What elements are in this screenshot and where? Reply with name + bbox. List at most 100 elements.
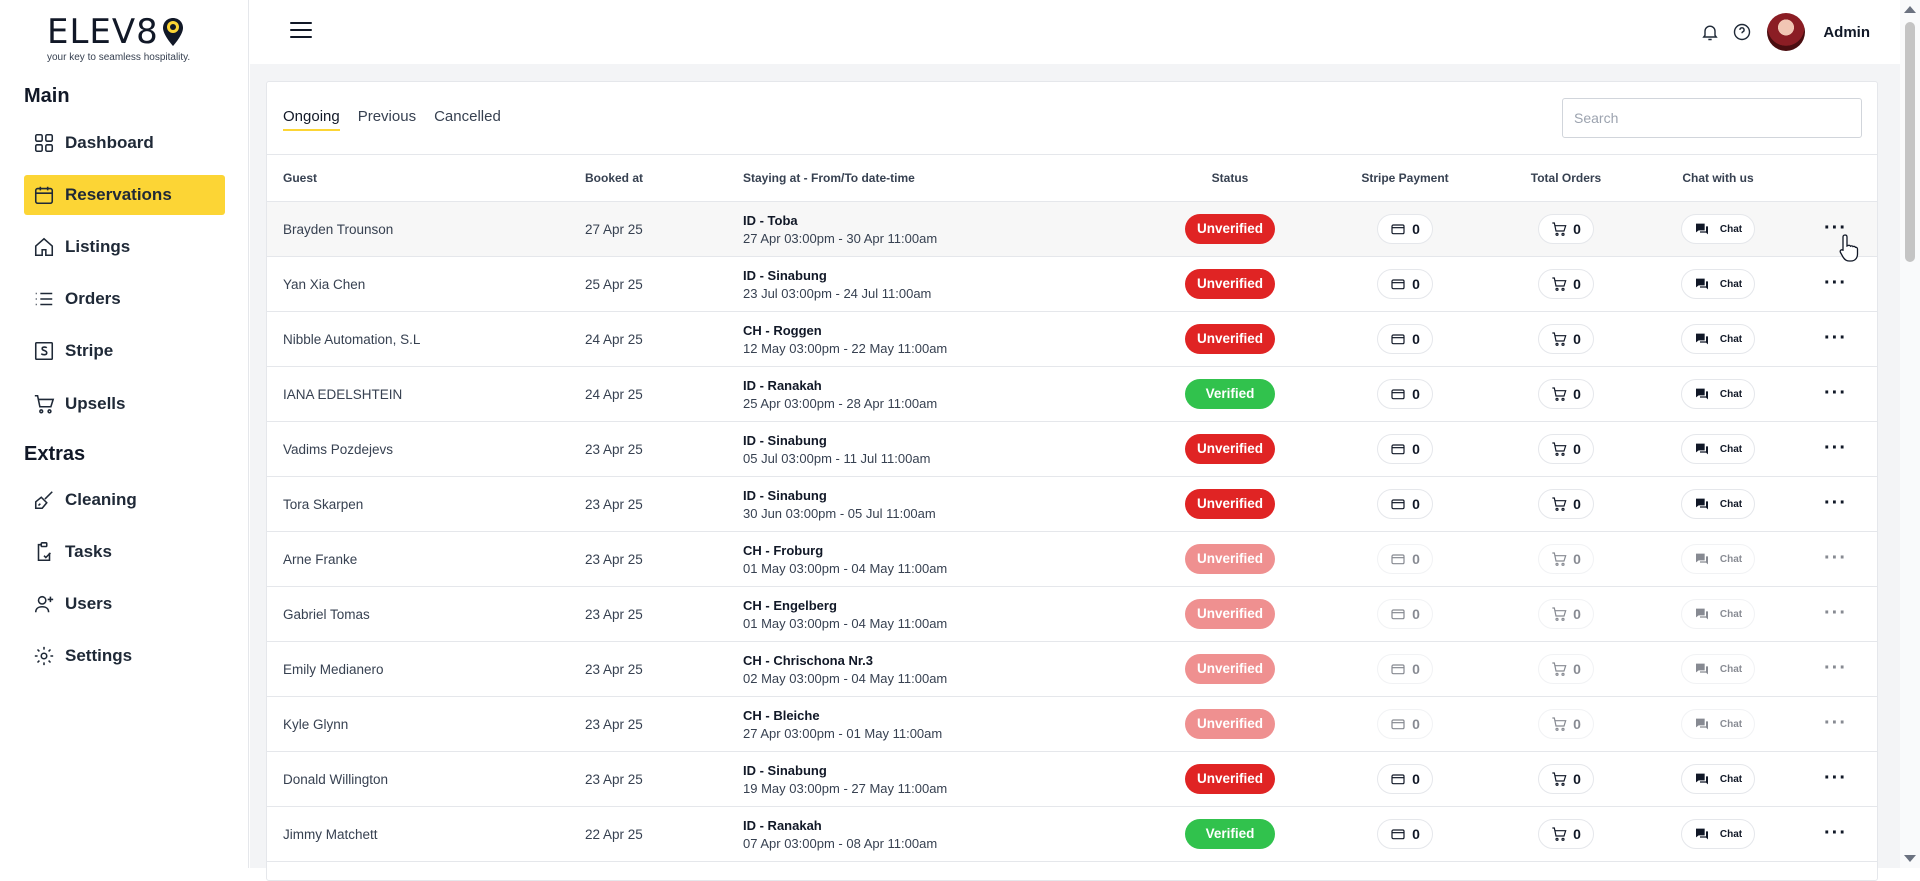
sidebar-item-cleaning[interactable]: Cleaning [24, 480, 225, 520]
tab-cancelled[interactable]: Cancelled [434, 108, 501, 131]
chat-button[interactable]: Chat [1680, 544, 1756, 574]
scroll-up-arrow-icon[interactable] [1904, 6, 1916, 13]
orders-count: 0 [1573, 496, 1581, 512]
user-name[interactable]: Admin [1823, 24, 1870, 41]
chat-button[interactable]: Chat [1680, 379, 1756, 409]
actions-cell: ··· [1794, 531, 1877, 587]
total-orders-button[interactable]: 0 [1538, 544, 1594, 574]
total-orders-button[interactable]: 0 [1538, 709, 1594, 739]
more-options-icon[interactable]: ··· [1824, 547, 1847, 569]
stripe-payment-button[interactable]: 0 [1377, 654, 1433, 684]
total-orders-button[interactable]: 0 [1538, 324, 1594, 354]
chat-button[interactable]: Chat [1680, 654, 1756, 684]
chat-button[interactable]: Chat [1680, 709, 1756, 739]
credit-card-icon [1390, 606, 1406, 622]
table-row[interactable]: Gabriel Tomas 23 Apr 25 CH - Engelberg 01 M… [267, 586, 1877, 642]
total-orders-button[interactable]: 0 [1538, 819, 1594, 849]
more-options-icon[interactable]: ··· [1824, 382, 1847, 404]
stripe-payment-button[interactable]: 0 [1377, 544, 1433, 574]
sidebar-item-settings[interactable]: Settings [24, 636, 225, 676]
sidebar-item-tasks[interactable]: Tasks [24, 532, 225, 572]
table-row[interactable]: Brayden Trounson 27 Apr 25 ID - Toba 27 Apr… [267, 201, 1877, 257]
stripe-payment-button[interactable]: 0 [1377, 214, 1433, 244]
total-orders-button[interactable]: 0 [1538, 599, 1594, 629]
sidebar-item-upsells[interactable]: Upsells [24, 384, 225, 424]
listing-name: ID - Toba [743, 212, 798, 228]
total-orders-button[interactable]: 0 [1538, 379, 1594, 409]
total-orders-button[interactable]: 0 [1538, 269, 1594, 299]
sidebar-item-listings[interactable]: Listings [24, 227, 225, 267]
more-options-icon[interactable]: ··· [1824, 327, 1847, 349]
more-options-icon[interactable]: ··· [1824, 272, 1847, 294]
table-row[interactable]: Tora Skarpen 23 Apr 25 ID - Sinabung 30 Jun… [267, 476, 1877, 532]
booked-date: 24 Apr 25 [585, 366, 743, 422]
actions-cell: ··· [1794, 806, 1877, 862]
bell-icon[interactable] [1699, 21, 1721, 43]
help-icon[interactable] [1731, 21, 1753, 43]
table-row[interactable]: Emily Medianero 23 Apr 25 CH - Chrischona … [267, 641, 1877, 697]
total-orders-button[interactable]: 0 [1538, 764, 1594, 794]
chat-button[interactable]: Chat [1680, 489, 1756, 519]
stripe-payment-button[interactable]: 0 [1377, 819, 1433, 849]
more-options-icon[interactable]: ··· [1824, 437, 1847, 459]
more-options-icon[interactable]: ··· [1824, 602, 1847, 624]
stripe-payment-button[interactable]: 0 [1377, 434, 1433, 464]
scrollbar[interactable] [1900, 0, 1920, 868]
chat-button[interactable]: Chat [1680, 324, 1756, 354]
chat-cell: Chat [1642, 256, 1794, 312]
sidebar-item-label: Orders [65, 289, 121, 308]
more-options-icon[interactable]: ··· [1824, 767, 1847, 789]
menu-icon[interactable] [290, 22, 312, 40]
sidebar-item-dashboard[interactable]: Dashboard [24, 123, 225, 163]
stripe-payment-button[interactable]: 0 [1377, 599, 1433, 629]
table-row[interactable]: Arne Franke 23 Apr 25 CH - Froburg 01 May 0… [267, 531, 1877, 587]
status-cell: Unverified [1140, 531, 1320, 587]
chat-button[interactable]: Chat [1680, 214, 1756, 244]
table-row[interactable]: Yan Xia Chen 25 Apr 25 ID - Sinabung 23 Jul… [267, 256, 1877, 312]
avatar[interactable] [1767, 13, 1806, 51]
sidebar-item-stripe[interactable]: Stripe [24, 331, 225, 371]
table-row[interactable]: Donald Willington 23 Apr 25 ID - Sinabung 1… [267, 751, 1877, 807]
total-orders-button[interactable]: 0 [1538, 214, 1594, 244]
chat-button[interactable]: Chat [1680, 599, 1756, 629]
more-options-icon[interactable]: ··· [1824, 657, 1847, 679]
total-orders-button[interactable]: 0 [1538, 434, 1594, 464]
sidebar-item-orders[interactable]: Orders [24, 279, 225, 319]
stripe-payment-button[interactable]: 0 [1377, 764, 1433, 794]
scroll-thumb[interactable] [1905, 22, 1915, 262]
sidebar-item-reservations[interactable]: Reservations [24, 175, 225, 215]
more-options-icon[interactable]: ··· [1824, 822, 1847, 844]
stripe-payment-button[interactable]: 0 [1377, 379, 1433, 409]
stay-cell: CH - Froburg 01 May 03:00pm - 04 May 11:0… [743, 531, 1140, 587]
more-options-icon[interactable]: ··· [1824, 492, 1847, 514]
total-orders-button[interactable]: 0 [1538, 654, 1594, 684]
stay-cell: ID - Sinabung 23 Jul 03:00pm - 24 Jul 11:… [743, 256, 1140, 312]
table-row[interactable]: Jimmy Matchett 22 Apr 25 ID - Ranakah 07 Ap… [267, 806, 1877, 862]
stripe-payment-button[interactable]: 0 [1377, 269, 1433, 299]
table-row[interactable]: IANA EDELSHTEIN 24 Apr 25 ID - Ranakah 25 A… [267, 366, 1877, 422]
scroll-down-arrow-icon[interactable] [1904, 855, 1916, 862]
total-orders-button[interactable]: 0 [1538, 489, 1594, 519]
table-row[interactable]: Vadims Pozdejevs 23 Apr 25 ID - Sinabung 05… [267, 421, 1877, 477]
stripe-count: 0 [1412, 716, 1420, 732]
list-icon [33, 288, 55, 310]
table-header-row: Guest Booked at Staying at - From/To dat… [267, 154, 1877, 202]
search-input[interactable] [1562, 98, 1862, 138]
table-row[interactable]: Nibble Automation, S.L 24 Apr 25 CH - Rogg… [267, 311, 1877, 367]
orders-cell: 0 [1490, 201, 1642, 257]
chat-button[interactable]: Chat [1680, 764, 1756, 794]
stripe-payment-button[interactable]: 0 [1377, 324, 1433, 354]
logo[interactable]: ELEV8 your key to seamless hospitality. [47, 14, 207, 68]
orders-count: 0 [1573, 276, 1581, 292]
more-options-icon[interactable]: ··· [1824, 712, 1847, 734]
tab-ongoing[interactable]: Ongoing [283, 108, 340, 131]
stripe-payment-button[interactable]: 0 [1377, 489, 1433, 519]
chat-button[interactable]: Chat [1680, 819, 1756, 849]
stripe-payment-button[interactable]: 0 [1377, 709, 1433, 739]
table-row[interactable]: Kyle Glynn 23 Apr 25 CH - Bleiche 27 Apr 03… [267, 696, 1877, 752]
tab-previous[interactable]: Previous [358, 108, 416, 131]
chat-button[interactable]: Chat [1680, 434, 1756, 464]
sidebar-item-users[interactable]: Users [24, 584, 225, 624]
status-cell: Unverified [1140, 476, 1320, 532]
chat-button[interactable]: Chat [1680, 269, 1756, 299]
